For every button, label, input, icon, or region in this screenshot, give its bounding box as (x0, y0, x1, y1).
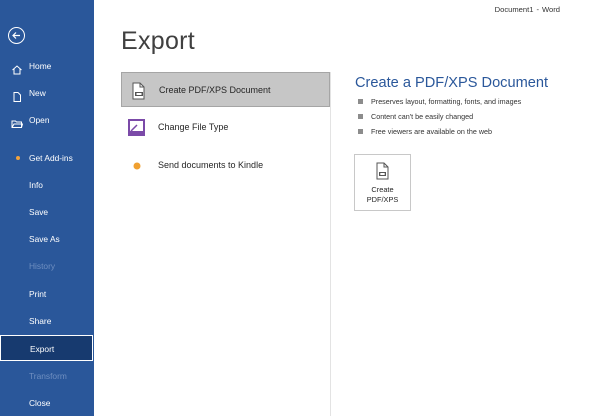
nav-share-label: Share (29, 316, 52, 326)
nav-close-label: Close (29, 398, 51, 408)
title-separator: - (536, 5, 539, 14)
open-folder-icon (11, 114, 24, 128)
nav-info[interactable]: Info (0, 172, 94, 198)
new-document-icon (11, 87, 23, 102)
detail-title: Create a PDF/XPS Document (355, 75, 549, 91)
pdf-document-icon (374, 162, 392, 187)
bullet-text: Content can't be easily changed (371, 112, 474, 121)
nav-open-label: Open (29, 115, 50, 125)
nav-print-label: Print (29, 289, 47, 299)
nav-share[interactable]: Share (0, 308, 94, 334)
nav-save-as[interactable]: Save As (0, 226, 94, 252)
bullet-square (358, 129, 363, 134)
create-pdf-xps-button-label: Create PDF/XPS (366, 185, 399, 204)
option-send-to-kindle[interactable]: Send documents to Kindle (121, 148, 330, 183)
bullet-square (358, 99, 363, 104)
nav-get-add-ins[interactable]: Get Add-ins (0, 145, 94, 171)
nav-open[interactable]: Open (0, 107, 94, 133)
add-ins-dot-icon (16, 156, 20, 160)
bullet-text: Preserves layout, formatting, fonts, and… (371, 97, 522, 106)
nav-close[interactable]: Close (0, 390, 94, 416)
nav-new[interactable]: New (0, 80, 94, 106)
page-title: Export (121, 27, 196, 55)
nav-export-label: Export (30, 344, 55, 354)
create-pdf-xps-button[interactable]: Create PDF/XPS (354, 154, 411, 211)
nav-new-label: New (29, 88, 46, 98)
bullet-square (358, 114, 363, 119)
option-change-file-type-label: Change File Type (158, 122, 229, 132)
pane-divider (330, 72, 331, 416)
option-send-to-kindle-label: Send documents to Kindle (158, 160, 264, 170)
pdf-document-icon (128, 81, 148, 101)
nav-print[interactable]: Print (0, 281, 94, 307)
home-icon (11, 60, 23, 75)
option-create-pdf-xps-label: Create PDF/XPS Document (159, 85, 271, 95)
nav-history-label: History (29, 261, 56, 271)
nav-save-label: Save (29, 207, 49, 217)
change-file-type-icon (127, 118, 147, 138)
nav-transform: Transform (0, 363, 94, 389)
backstage-sidebar: Home New Open Get Add-ins Info Save Save… (0, 0, 94, 416)
nav-home-label: Home (29, 61, 52, 71)
nav-transform-label: Transform (29, 371, 67, 381)
app-name: Word (541, 5, 560, 14)
nav-history: History (0, 253, 94, 279)
document-name: Document1 (494, 5, 534, 14)
back-arrow-icon[interactable] (8, 27, 25, 44)
nav-save-as-label: Save As (29, 234, 60, 244)
nav-save[interactable]: Save (0, 199, 94, 225)
kindle-dot-icon (127, 156, 147, 176)
nav-home[interactable]: Home (0, 53, 94, 79)
bullet-text: Free viewers are available on the web (371, 127, 493, 136)
nav-get-add-ins-label: Get Add-ins (29, 153, 73, 163)
nav-info-label: Info (29, 180, 43, 190)
nav-export[interactable]: Export (0, 335, 93, 361)
option-change-file-type[interactable]: Change File Type (121, 110, 330, 145)
window-title: Document1- Word (495, 5, 560, 14)
option-create-pdf-xps[interactable]: Create PDF/XPS Document (121, 72, 330, 107)
